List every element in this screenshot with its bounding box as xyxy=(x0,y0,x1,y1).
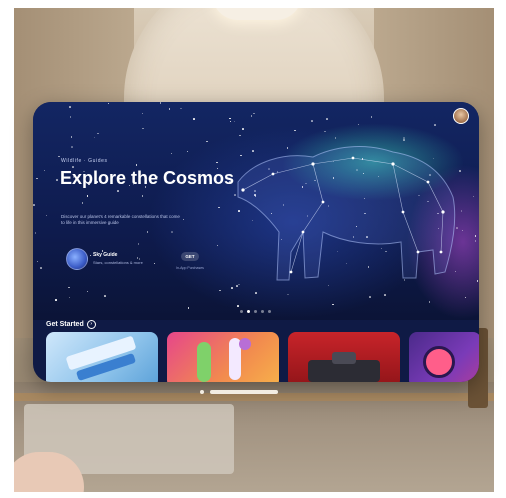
window-close-dot[interactable] xyxy=(200,390,204,394)
page-dot[interactable] xyxy=(254,310,257,313)
in-app-purchases-note: In-App Purchases xyxy=(176,266,204,270)
hero-banner[interactable]: Wildlife · Guides Explore the Cosmos Dis… xyxy=(33,102,479,320)
page-dot[interactable] xyxy=(268,310,271,313)
card-4[interactable] xyxy=(409,332,479,382)
get-button[interactable]: GET xyxy=(181,252,199,261)
page-dot[interactable] xyxy=(261,310,264,313)
profile-avatar[interactable] xyxy=(453,108,469,124)
page-dot-active[interactable] xyxy=(247,310,250,313)
section-title: Get Started xyxy=(46,321,84,328)
app-subtitle: Stars, constellations & more xyxy=(93,260,143,265)
section-header-get-started[interactable]: Get Started › xyxy=(46,320,96,329)
bear-constellation-illustration xyxy=(237,146,456,281)
hero-title: Explore the Cosmos xyxy=(60,168,235,188)
card-1[interactable] xyxy=(46,332,158,382)
bench xyxy=(14,393,494,401)
carousel-page-indicator[interactable] xyxy=(240,310,271,313)
app-store-window: Wildlife · Guides Explore the Cosmos Dis… xyxy=(33,102,479,382)
hero-eyebrow: Wildlife · Guides xyxy=(61,158,108,164)
window-grabber[interactable] xyxy=(210,390,278,394)
app-icon[interactable] xyxy=(66,248,88,270)
chevron-right-icon: › xyxy=(86,320,96,329)
page-dot[interactable] xyxy=(240,310,243,313)
card-3[interactable] xyxy=(288,332,400,382)
card-2[interactable] xyxy=(167,332,279,382)
app-name: Sky Guide xyxy=(93,252,118,258)
hero-description: Discover our planet's 4 remarkable const… xyxy=(61,214,180,225)
